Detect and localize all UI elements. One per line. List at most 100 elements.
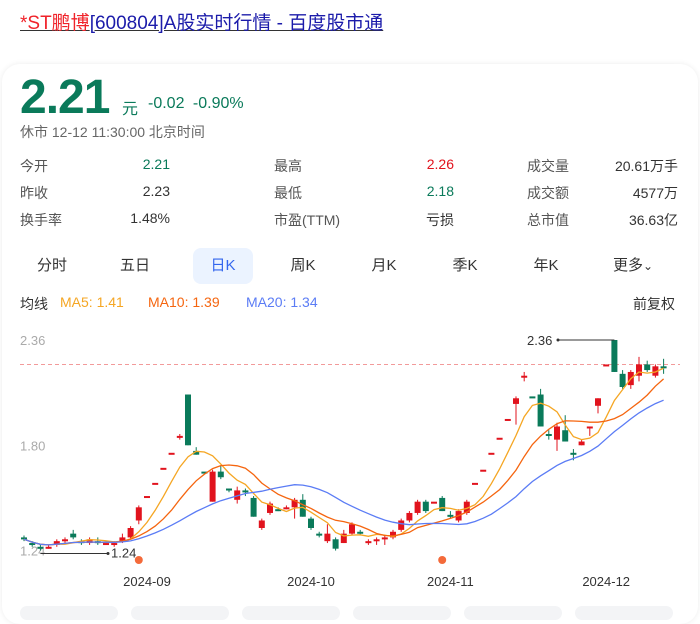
candle-body (554, 426, 560, 440)
tab-7[interactable]: 更多⌄ (603, 248, 663, 284)
title-rest[interactable]: [600804]A股实时行情 - 百度股市通 (90, 13, 384, 34)
stat-label: 总市值 (527, 212, 569, 228)
tab-0[interactable]: 分时 (22, 248, 82, 284)
candle-body (185, 394, 191, 446)
candle (414, 499, 421, 515)
y-tick-label: 1.80 (20, 438, 45, 453)
candle-body (242, 490, 249, 493)
candle-body (127, 528, 134, 538)
stat-value: 2.23 (142, 183, 170, 199)
tab-label: 更多 (612, 257, 643, 274)
candle (660, 358, 667, 374)
stat-label: 换手率 (20, 212, 62, 228)
stock-name[interactable]: *ST鹏博 (20, 13, 90, 34)
kline-chart[interactable]: 2.361.801.242.361.242024-09 2024-10 2024-1… (0, 320, 700, 600)
stat-value: 4577万 (632, 185, 678, 201)
candle-body (373, 539, 380, 542)
tab-5[interactable]: 季K (435, 248, 495, 284)
tab-label: 五日 (119, 257, 150, 274)
tab-label: 分时 (36, 257, 67, 274)
candle (316, 531, 323, 538)
candle-body (439, 497, 446, 512)
tab-3[interactable]: 周K (273, 248, 333, 284)
candle (283, 505, 290, 510)
bottom-tab[interactable] (131, 606, 229, 620)
candle (209, 469, 216, 502)
tab-label: 月K (371, 257, 397, 274)
bottom-tab[interactable] (575, 606, 673, 620)
adjust-toggle[interactable]: 前复权 (633, 294, 675, 314)
page-title-link[interactable]: *ST鹏博[600804]A股实时行情 - 百度股市通 (20, 8, 383, 35)
candle (472, 482, 478, 485)
candle (135, 505, 142, 525)
candle-body (422, 501, 429, 512)
stat-value: 20.61万手 (614, 158, 678, 174)
candle (242, 488, 249, 497)
candle-body (152, 482, 159, 485)
y-tick-label: 2.36 (20, 333, 45, 348)
price-change: -0.02 -0.90% (148, 95, 244, 113)
bottom-tab[interactable] (464, 606, 562, 620)
min-pointer-dot (106, 552, 110, 556)
candle-body (357, 531, 364, 534)
candle-body (406, 512, 413, 521)
candle-body (103, 543, 109, 546)
chevron-down-icon: ⌄ (642, 259, 654, 273)
stat-label: 最低 (274, 185, 302, 201)
candle-body (513, 398, 519, 404)
ma5-value: MA5: 1.41 (60, 294, 124, 310)
ma10-value: MA10: 1.39 (148, 294, 220, 310)
ma20-line (23, 399, 664, 546)
event-marker-dot (134, 556, 143, 564)
candle (324, 524, 331, 544)
max-pointer-dot (556, 338, 560, 342)
candle (578, 439, 585, 446)
candle-body (70, 533, 77, 538)
stat-label: 最高 (274, 158, 302, 174)
bottom-tab[interactable] (20, 606, 118, 620)
candle-body (250, 497, 257, 517)
candle (176, 434, 183, 440)
candle-body (603, 364, 610, 367)
candle-body (45, 546, 52, 549)
candle-body (349, 524, 355, 534)
stat-value: 亏损 (426, 212, 454, 228)
candle (308, 516, 314, 530)
candle (595, 398, 601, 414)
ma5-line (23, 367, 664, 546)
candle-body (488, 452, 495, 455)
candle (406, 511, 413, 523)
candle-body (258, 520, 265, 528)
tab-label: 周K (290, 257, 316, 274)
candle-body (398, 520, 405, 530)
candle (152, 482, 159, 485)
candle (94, 537, 101, 545)
candle (398, 518, 405, 532)
candle (168, 452, 175, 455)
candle-body (144, 496, 150, 499)
stat-label: 昨收 (20, 185, 48, 201)
tab-1[interactable]: 五日 (105, 248, 165, 284)
candle-body (381, 537, 388, 540)
stat-label: 成交量 (527, 158, 569, 174)
candle (144, 496, 150, 499)
candle (537, 388, 544, 427)
candle-body (29, 543, 36, 546)
candle (373, 537, 380, 545)
tab-label: 年K (533, 257, 559, 274)
candle-body (176, 435, 183, 438)
candle (70, 529, 77, 540)
tab-2[interactable]: 日K (193, 248, 253, 284)
bottom-tab[interactable] (353, 606, 451, 620)
candle (160, 467, 167, 470)
tab-6[interactable]: 年K (516, 248, 576, 284)
candle-body (217, 471, 224, 478)
candle-body (332, 539, 339, 549)
bottom-tab[interactable] (242, 606, 340, 620)
candle-body (168, 452, 175, 455)
candle-body (537, 394, 544, 427)
tab-4[interactable]: 月K (354, 248, 414, 284)
candle (513, 396, 519, 425)
candle (390, 529, 396, 540)
candle-body (308, 518, 314, 528)
